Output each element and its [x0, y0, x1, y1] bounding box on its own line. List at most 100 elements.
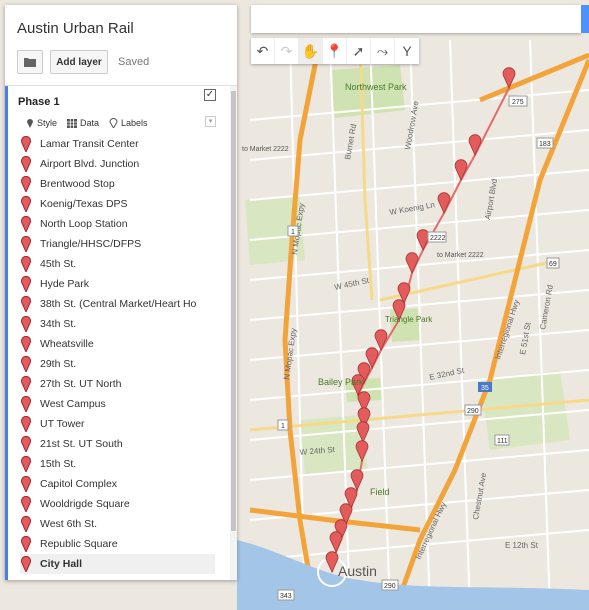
list-item[interactable]: West Campus: [20, 394, 215, 414]
list-item[interactable]: North Loop Station: [20, 214, 215, 234]
label-icon: [109, 118, 118, 128]
hand-icon[interactable]: ✋: [299, 38, 323, 64]
marker-pin-icon: [21, 236, 31, 252]
list-item-label: 38th St. (Central Market/Heart Ho: [40, 298, 197, 310]
marker-icon[interactable]: 📍: [323, 38, 347, 64]
map-label-e-12th: E 12th St: [505, 541, 539, 550]
table-icon: [67, 118, 78, 128]
route-icon[interactable]: ⤳: [371, 38, 395, 64]
list-item-label: UT Tower: [40, 418, 85, 430]
marker-pin-icon: [21, 536, 31, 552]
scrollbar-thumb[interactable]: [231, 91, 236, 531]
layer-visibility-checkbox[interactable]: ✓: [204, 89, 216, 101]
list-item-label: Brentwood Stop: [40, 178, 115, 190]
list-item[interactable]: City Hall: [20, 554, 215, 574]
shield-290b: 290: [384, 583, 396, 590]
labels-tool[interactable]: Labels: [109, 118, 148, 128]
marker-pin-icon: [21, 376, 31, 392]
map-label-field: Field: [370, 487, 390, 497]
list-item-label: Hyde Park: [40, 278, 90, 290]
shield-183: 183: [539, 141, 551, 148]
list-item[interactable]: UT Tower: [20, 414, 215, 434]
list-item[interactable]: 45th St.: [20, 254, 215, 274]
list-item[interactable]: 27th St. UT North: [20, 374, 215, 394]
marker-pin-icon: [21, 176, 31, 192]
list-item[interactable]: West 6th St.: [20, 514, 215, 534]
shield-2222: 2222: [430, 235, 446, 242]
map-label-bailey-park: Bailey Park: [318, 377, 364, 387]
list-item-label: Lamar Transit Center: [40, 138, 139, 150]
list-item[interactable]: Koenig/Texas DPS: [20, 194, 215, 214]
list-item[interactable]: Hyde Park: [20, 274, 215, 294]
list-item-label: West 6th St.: [40, 518, 97, 530]
style-tool[interactable]: Style: [26, 118, 57, 128]
shield-35: 35: [481, 385, 489, 392]
list-item-label: Wooldrigde Square: [40, 498, 130, 510]
list-item-label: Wheatsville: [40, 338, 94, 350]
marker-pin-icon: [21, 356, 31, 372]
search-button[interactable]: [581, 5, 589, 33]
layer-options-dropdown[interactable]: ▾: [205, 116, 216, 127]
marker-pin-icon: [21, 296, 31, 312]
shield-343: 343: [280, 593, 292, 600]
marker-pin-icon: [21, 436, 31, 452]
save-status: Saved: [118, 56, 150, 68]
list-item[interactable]: Wheatsville: [20, 334, 215, 354]
list-item-label: Capitol Complex: [40, 478, 118, 490]
list-item[interactable]: 34th St.: [20, 314, 215, 334]
add-layer-button[interactable]: Add layer: [50, 50, 108, 74]
marker-pin-icon: [21, 396, 31, 412]
open-folder-button[interactable]: [17, 50, 43, 74]
list-item[interactable]: Lamar Transit Center: [20, 134, 215, 154]
list-item[interactable]: Republic Square: [20, 534, 215, 554]
layer-name[interactable]: Phase 1: [18, 96, 60, 108]
style-label: Style: [37, 118, 58, 128]
marker-pin-icon: [21, 256, 31, 272]
marker-pin-icon: [21, 216, 31, 232]
list-item-label: 34th St.: [40, 318, 77, 330]
list-item[interactable]: 38th St. (Central Market/Heart Ho: [20, 294, 215, 314]
list-item-label: West Campus: [40, 398, 106, 410]
data-tool[interactable]: Data: [67, 118, 99, 128]
map-label-to-market-right: to Market 2222: [437, 252, 484, 259]
scrollbar[interactable]: [230, 86, 237, 580]
map-label-triangle-park: Triangle Park: [385, 315, 433, 324]
list-item[interactable]: 21st St. UT South: [20, 434, 215, 454]
list-item-label: City Hall: [40, 558, 83, 570]
marker-pin-icon: [21, 156, 31, 172]
list-item[interactable]: Triangle/HHSC/DFPS: [20, 234, 215, 254]
shield-275: 275: [512, 99, 524, 106]
map-title[interactable]: Austin Urban Rail: [17, 20, 134, 37]
list-item-label: 45th St.: [40, 258, 77, 270]
list-item-label: 27th St. UT North: [40, 378, 122, 390]
marker-pin-icon: [21, 276, 31, 292]
list-item-label: Republic Square: [40, 538, 118, 550]
layer-phase-1: Phase 1 ✓ Style Data Labels ▾ Lamar Tran…: [5, 86, 230, 580]
marker-pin-icon: [21, 556, 31, 572]
map-toolbar: ↶ ↷ ✋ 📍 ➚ ⤳ Y: [251, 38, 419, 64]
shield-69: 69: [549, 261, 557, 268]
marker-pin-icon: [21, 476, 31, 492]
marker-pin-icon: [21, 516, 31, 532]
map-label-to-market-left: to Market 2222: [242, 146, 289, 153]
list-item[interactable]: Brentwood Stop: [20, 174, 215, 194]
undo-icon[interactable]: ↶: [251, 38, 275, 64]
list-item[interactable]: 29th St.: [20, 354, 215, 374]
list-item[interactable]: 15th St.: [20, 454, 215, 474]
map-search-input[interactable]: [251, 5, 581, 33]
marker-pin-icon: [21, 416, 31, 432]
ruler-icon[interactable]: Y: [395, 38, 419, 64]
list-item-label: 29th St.: [40, 358, 77, 370]
feature-list: Lamar Transit Center Airport Blvd. Juncti…: [20, 134, 215, 574]
list-item[interactable]: Capitol Complex: [20, 474, 215, 494]
marker-pin-icon: [21, 336, 31, 352]
marker-pin-icon: [21, 496, 31, 512]
redo-icon[interactable]: ↷: [275, 38, 299, 64]
style-pin-icon: [27, 119, 33, 128]
marker-pin-icon: [21, 196, 31, 212]
list-item-label: 15th St.: [40, 458, 77, 470]
list-item[interactable]: Wooldrigde Square: [20, 494, 215, 514]
list-item[interactable]: Airport Blvd. Junction: [20, 154, 215, 174]
shield-1b: 1: [281, 423, 285, 430]
line-icon[interactable]: ➚: [347, 38, 371, 64]
